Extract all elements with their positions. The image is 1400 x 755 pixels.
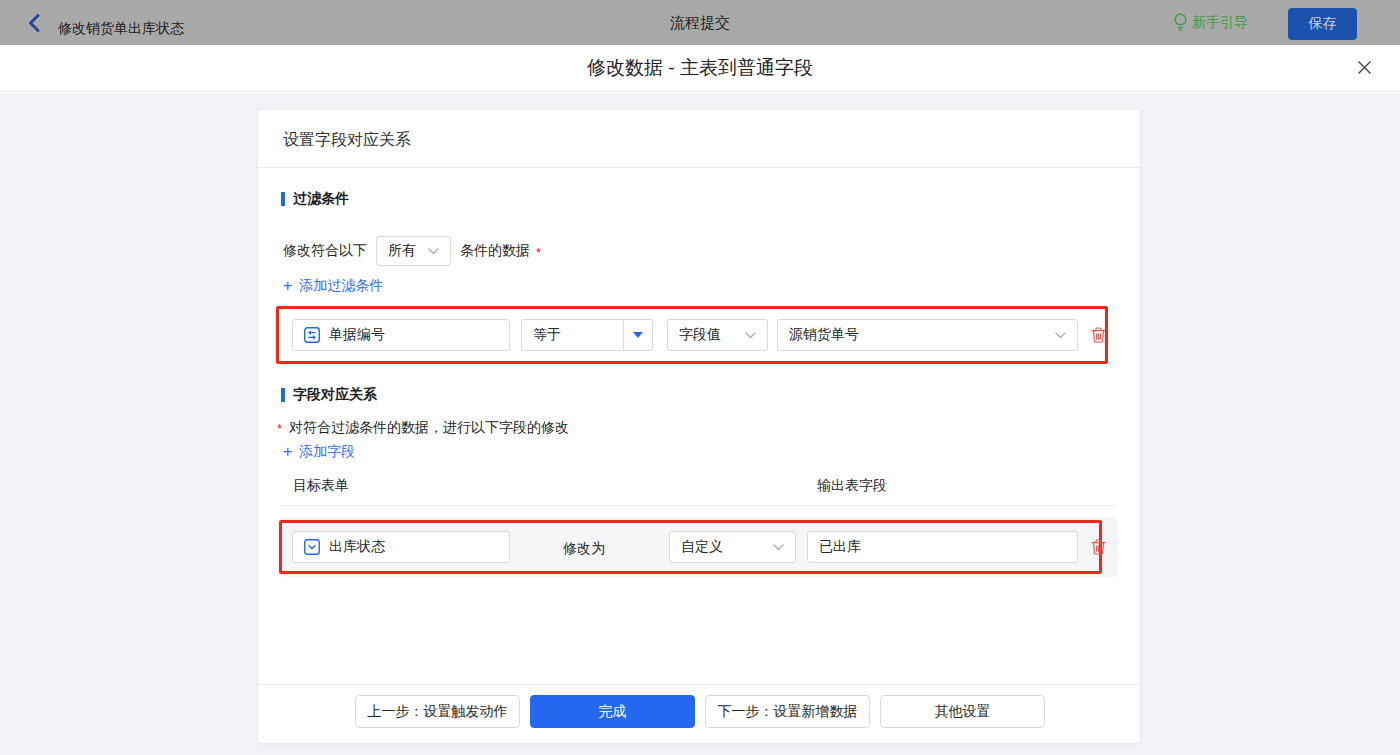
top-navbar: 修改销货单出库状态 流程提交 新手引导 保存: [0, 0, 1400, 45]
prev-step-button[interactable]: 上一步：设置触发动作: [355, 695, 520, 728]
chevron-down-icon: [428, 248, 439, 255]
delete-filter-row-icon[interactable]: [1091, 327, 1106, 343]
modal-title: 修改数据 - 主表到普通字段: [0, 45, 1400, 91]
value-type-select[interactable]: 字段值: [667, 319, 768, 351]
field-dropdown-icon: [304, 539, 320, 555]
condition-suffix: 条件的数据: [460, 242, 530, 260]
add-filter-condition-link[interactable]: + 添加过滤条件: [283, 277, 383, 295]
filter-field-value: 单据编号: [329, 326, 385, 344]
modal-body: 设置字段对应关系 过滤条件 修改符合以下 所有 条件的数据 * + 添加过滤条件: [0, 93, 1400, 755]
modify-mode-select[interactable]: 自定义: [669, 531, 796, 563]
condition-select[interactable]: 所有: [376, 236, 451, 266]
mapping-description: * 对符合过滤条件的数据，进行以下字段的修改: [277, 419, 569, 437]
close-icon[interactable]: [1358, 61, 1371, 74]
mapping-section-title: 字段对应关系: [281, 386, 377, 404]
modal-header: 修改数据 - 主表到普通字段: [0, 45, 1400, 92]
guide-link[interactable]: 新手引导: [1174, 13, 1248, 32]
divider: [258, 167, 1140, 168]
footer-divider: [258, 684, 1140, 685]
required-asterisk: *: [536, 245, 541, 260]
operator-select[interactable]: 等于: [521, 319, 653, 351]
card-title: 设置字段对应关系: [283, 110, 411, 167]
value-type-value: 字段值: [679, 326, 721, 344]
chevron-down-icon: [773, 544, 784, 551]
column-header-output: 输出表字段: [817, 477, 887, 495]
modify-mode-value: 自定义: [681, 538, 723, 556]
column-header-target: 目标表单: [293, 477, 349, 495]
operator-caret-button[interactable]: [623, 320, 652, 350]
target-field-value: 出库状态: [329, 538, 385, 556]
plus-icon: +: [283, 277, 292, 295]
caret-down-icon: [633, 332, 643, 338]
operator-value: 等于: [522, 320, 623, 350]
condition-prefix: 修改符合以下: [283, 242, 367, 260]
filter-value-select[interactable]: 源销货单号: [777, 319, 1078, 351]
condition-select-value: 所有: [388, 242, 416, 260]
section-accent-bar: [281, 192, 285, 206]
delete-mapping-row-icon[interactable]: [1091, 539, 1106, 555]
done-button[interactable]: 完成: [530, 695, 695, 728]
custom-value-input[interactable]: 已出库: [807, 531, 1078, 563]
required-asterisk: *: [277, 421, 282, 437]
chevron-down-icon: [1055, 332, 1066, 339]
divider: [281, 505, 1117, 506]
chevron-down-icon: [745, 332, 756, 339]
add-field-link[interactable]: + 添加字段: [283, 443, 355, 461]
custom-value: 已出库: [819, 538, 861, 556]
modify-label: 修改为: [563, 540, 605, 558]
filter-field-input[interactable]: 单据编号: [292, 319, 510, 351]
filter-section-title: 过滤条件: [281, 190, 349, 208]
guide-label: 新手引导: [1192, 14, 1248, 32]
filter-value: 源销货单号: [789, 326, 859, 344]
settings-card: 设置字段对应关系 过滤条件 修改符合以下 所有 条件的数据 * + 添加过滤条件: [258, 110, 1140, 743]
save-button[interactable]: 保存: [1288, 8, 1357, 40]
next-step-button[interactable]: 下一步：设置新增数据: [705, 695, 870, 728]
target-field-input[interactable]: 出库状态: [292, 531, 510, 563]
lightbulb-icon: [1174, 13, 1187, 32]
field-exchange-icon: [304, 327, 320, 343]
other-settings-button[interactable]: 其他设置: [880, 695, 1045, 728]
plus-icon: +: [283, 443, 292, 461]
section-accent-bar: [281, 388, 285, 402]
condition-row: 修改符合以下 所有 条件的数据 *: [283, 236, 541, 266]
